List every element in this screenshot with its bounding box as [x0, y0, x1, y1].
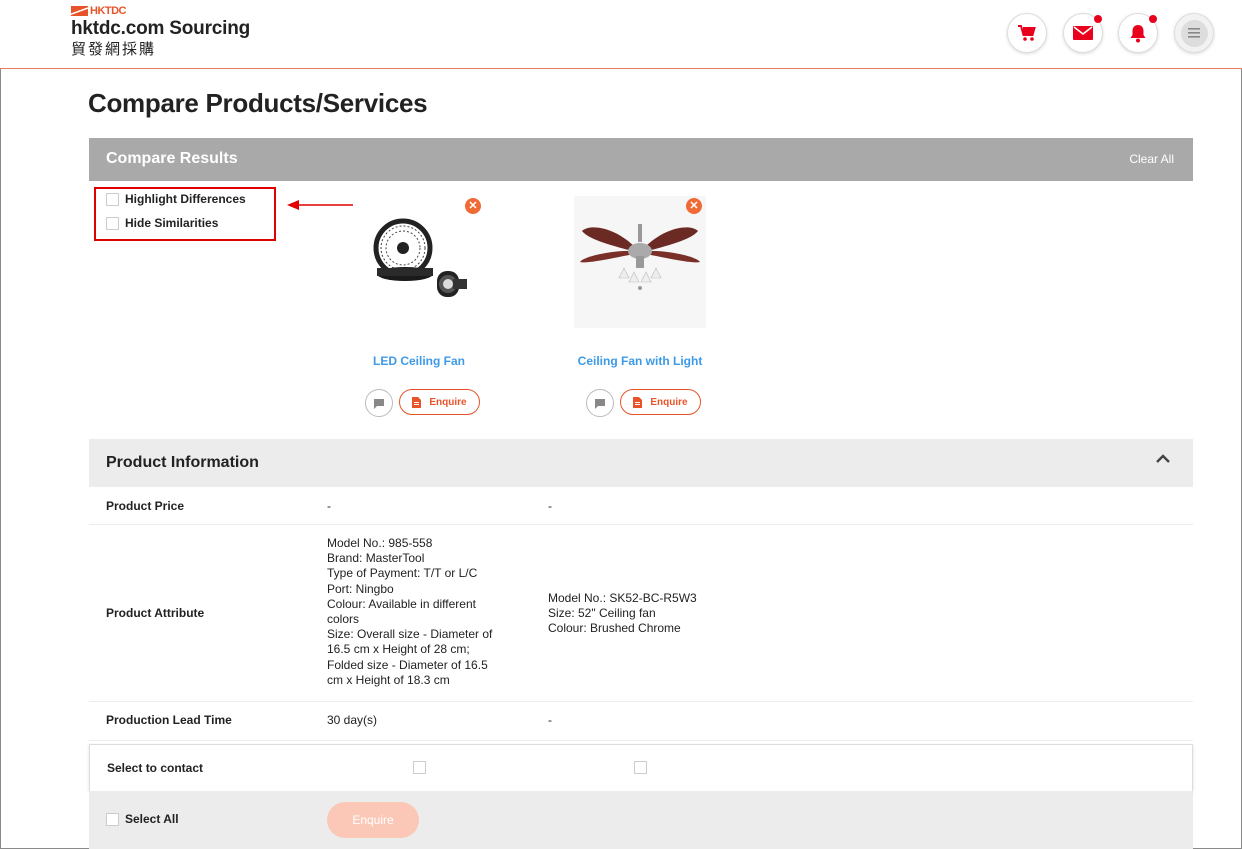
notifications-button[interactable] — [1118, 13, 1158, 53]
chat-button-1[interactable] — [365, 389, 393, 417]
row-value: - — [548, 499, 552, 513]
cart-button[interactable] — [1007, 13, 1047, 53]
compare-results-title: Compare Results — [106, 150, 238, 167]
compare-results-bar: Compare Results Clear All — [89, 138, 1193, 181]
select-all-option[interactable]: Select All — [106, 812, 179, 826]
remove-product-1-button[interactable]: ✕ — [465, 198, 481, 214]
footer-action-bar: Select All Enquire — [89, 791, 1193, 849]
select-to-contact-row: Select to contact — [89, 744, 1193, 792]
row-product-price: Product Price - - — [89, 487, 1193, 525]
attribute-line: Size: Overall size - Diameter of 16.5 cm… — [327, 627, 493, 687]
attribute-list-product-2: Model No.: SK52-BC-R5W3 Size: 52" Ceilin… — [548, 591, 697, 637]
row-value: - — [548, 713, 552, 727]
chat-icon — [595, 398, 605, 409]
select-all-checkbox[interactable] — [106, 812, 119, 826]
product-2-name-link[interactable]: Ceiling Fan with Light — [565, 354, 715, 368]
remove-product-2-button[interactable]: ✕ — [686, 198, 702, 214]
attribute-line: Size: 52" Ceiling fan — [548, 606, 656, 621]
enquire-selected-button[interactable]: Enquire — [327, 802, 419, 838]
highlight-differences-label: Highlight Differences — [125, 192, 246, 206]
row-production-lead-time: Production Lead Time 30 day(s) - — [89, 702, 1193, 741]
row-product-attribute: Product Attribute Model No.: 985-558 Bra… — [89, 525, 1193, 702]
enquire-label-2: Enquire — [650, 396, 688, 408]
menu-button[interactable] — [1174, 13, 1214, 53]
logo-mark-text: HKTDC — [90, 5, 127, 17]
product-information-header[interactable]: Product Information — [89, 439, 1193, 487]
hide-similarities-option[interactable]: Hide Similarities — [106, 216, 218, 230]
notifications-unread-dot — [1149, 15, 1157, 23]
attribute-line: Port: Ningbo — [327, 581, 394, 596]
chevron-up-icon[interactable] — [1155, 454, 1171, 464]
enquire-label-1: Enquire — [429, 396, 467, 408]
row-label: Product Price — [106, 499, 185, 513]
product-card-2: ✕ Ceiling Fan with Light Enquire — [565, 196, 715, 417]
select-to-contact-label: Select to contact — [107, 761, 204, 775]
site-header: HKTDC hktdc.com Sourcing 貿發網採購 — [0, 0, 1242, 69]
row-value: 30 day(s) — [327, 713, 378, 727]
logo-title: hktdc.com Sourcing — [71, 18, 251, 39]
attribute-line: Brand: MasterTool — [327, 551, 425, 566]
attribute-line: Colour: Available in different colors — [327, 596, 476, 627]
highlight-differences-checkbox[interactable] — [106, 192, 119, 206]
row-value: - — [327, 499, 331, 513]
contact-checkbox-1[interactable] — [413, 761, 426, 774]
attribute-line: Type of Payment: T/T or L/C — [327, 566, 478, 581]
enquire-button-1[interactable]: Enquire — [399, 389, 480, 415]
chat-icon — [374, 398, 384, 409]
product-image-ceiling-fan-with-light[interactable] — [574, 196, 706, 328]
cart-icon — [1018, 25, 1036, 41]
hktdc-logo[interactable]: HKTDC hktdc.com Sourcing 貿發網採購 — [71, 5, 250, 59]
hide-similarities-label: Hide Similarities — [125, 216, 219, 230]
attribute-line: Model No.: 985-558 — [327, 536, 433, 550]
select-all-label: Select All — [125, 812, 179, 826]
hide-similarities-checkbox[interactable] — [106, 216, 119, 230]
attribute-list-product-1: Model No.: 985-558 Brand: MasterTool Typ… — [327, 536, 507, 688]
document-icon — [633, 396, 643, 408]
page-title: Compare Products/Services — [88, 88, 428, 118]
product-1-name-link[interactable]: LED Ceiling Fan — [344, 354, 494, 368]
clear-all-link[interactable]: Clear All — [1129, 152, 1174, 166]
row-label: Production Lead Time — [106, 713, 232, 727]
product-image-led-ceiling-fan[interactable] — [353, 196, 485, 328]
bell-icon — [1130, 24, 1146, 42]
highlight-differences-option[interactable]: Highlight Differences — [106, 192, 246, 206]
document-icon — [412, 396, 422, 408]
hktdc-wave-logo-icon — [71, 6, 88, 16]
menu-icon — [1188, 28, 1200, 38]
row-label: Product Attribute — [106, 606, 205, 620]
enquire-button-2[interactable]: Enquire — [620, 389, 701, 415]
attribute-line: Colour: Brushed Chrome — [548, 621, 681, 636]
product-information-title: Product Information — [106, 454, 259, 471]
logo-subtitle: 貿發網採購 — [71, 41, 157, 58]
attribute-line: Model No.: SK52-BC-R5W3 — [548, 591, 697, 605]
product-card-1: ✕ LED Ceiling Fan Enquire — [344, 196, 494, 417]
messages-unread-dot — [1094, 15, 1102, 23]
contact-checkbox-2[interactable] — [634, 761, 647, 774]
chat-button-2[interactable] — [586, 389, 614, 417]
messages-button[interactable] — [1063, 13, 1103, 53]
mail-icon — [1073, 26, 1093, 40]
